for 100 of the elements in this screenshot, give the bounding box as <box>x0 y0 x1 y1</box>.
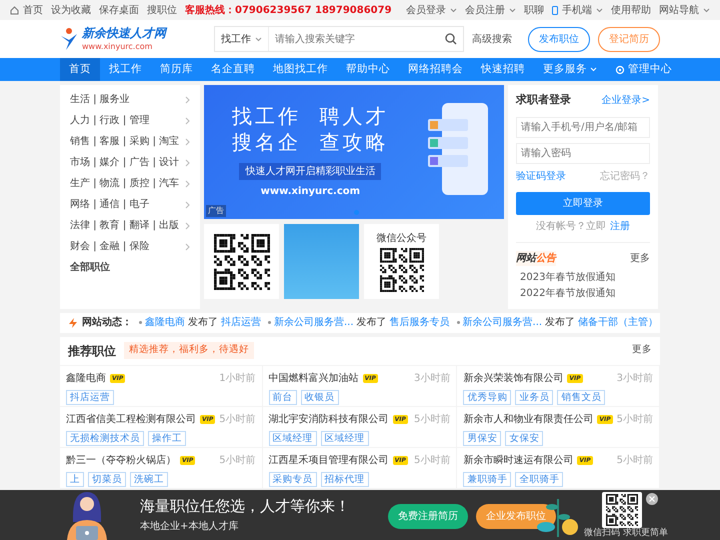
post-time: 1小时前 <box>219 372 256 386</box>
nav-tab[interactable]: 地图找工作 <box>264 58 337 81</box>
notice-link[interactable]: 2022年春节放假通知 <box>516 286 650 302</box>
more-link[interactable]: 更多 <box>630 250 650 266</box>
job-tag[interactable]: 招标代理 <box>320 472 369 486</box>
job-tag[interactable]: 操作工 <box>148 430 186 446</box>
top-link[interactable]: 首页 <box>10 2 43 18</box>
login-button[interactable]: 立即登录 <box>516 192 650 214</box>
notice-link[interactable]: 2023年春节放假通知 <box>516 270 650 286</box>
search-icon[interactable] <box>445 33 457 45</box>
job-tag[interactable]: 女保安 <box>505 430 544 446</box>
job-tag[interactable]: 兼职骑手 <box>463 472 512 486</box>
category-link[interactable]: 全部职位 <box>60 257 200 278</box>
company-link[interactable]: 新余兴荣装饰有限公司 <box>463 370 564 386</box>
ticker-text: 发布了 <box>188 316 218 330</box>
close-icon[interactable] <box>646 493 658 505</box>
advanced-search-link[interactable]: 高级搜索 <box>472 32 512 46</box>
job-tag[interactable]: 区域经理 <box>268 430 317 446</box>
nav-tab[interactable]: 更多服务 <box>534 58 606 81</box>
nav-tab[interactable]: 找工作 <box>100 58 151 81</box>
category-link[interactable]: 生活 | 服务业 <box>60 89 200 110</box>
job-tag[interactable]: 男保安 <box>463 430 502 446</box>
post-time: 5小时前 <box>219 454 256 468</box>
chevron-icon <box>185 180 190 188</box>
top-link[interactable]: 会员登录 <box>406 2 457 18</box>
chevron-icon <box>185 200 190 208</box>
category-link[interactable]: 销售 | 客服 | 采购 | 淘宝 <box>60 131 200 152</box>
job-tag[interactable]: 收银员 <box>300 390 339 404</box>
company-link[interactable]: 新余公司服务营... <box>274 315 354 330</box>
search-field[interactable]: 找工作 请输入搜索关键字 <box>214 26 464 52</box>
top-link[interactable]: 设为收藏 <box>51 2 91 18</box>
company-link[interactable]: 中国燃料富兴加油站 <box>268 370 359 386</box>
promo-button[interactable]: 免费注册简历 <box>388 504 468 529</box>
job-link[interactable]: 储备干部（主管） <box>578 315 658 330</box>
nav-tab[interactable]: 网络招聘会 <box>399 58 472 81</box>
category-link[interactable]: 网络 | 通信 | 电子 <box>60 194 200 215</box>
category-link[interactable]: 生产 | 物流 | 质控 | 汽车 <box>60 173 200 194</box>
qr-ad[interactable] <box>204 224 279 299</box>
section-title: 推荐职位 <box>68 342 116 360</box>
job-tag[interactable]: 区域经理 <box>320 430 369 446</box>
category-link[interactable]: 人力 | 行政 | 管理 <box>60 110 200 131</box>
top-link[interactable]: 搜职位 <box>147 2 177 18</box>
nav-tab[interactable]: 帮助中心 <box>337 58 399 81</box>
job-tag[interactable]: 销售文员 <box>557 390 606 404</box>
job-tag[interactable]: 业务员 <box>515 390 554 404</box>
post-time: 5小时前 <box>616 412 653 426</box>
caret-icon <box>450 8 457 12</box>
top-link[interactable]: 手机端 <box>552 2 603 18</box>
banner-ad[interactable]: 找工作 聘人才 搜名企 查攻略 快速人才网开启精彩职业生活 www.xinyurc.com 广告 <box>204 85 504 219</box>
job-tag[interactable]: 上 <box>66 472 84 486</box>
forgot-password-link[interactable]: 忘记密码？ <box>600 168 650 184</box>
qr-ad[interactable]: 微信公众号 <box>364 224 439 299</box>
nav-tab[interactable]: 名企直聘 <box>202 58 264 81</box>
job-link[interactable]: 抖店运营 <box>221 315 261 330</box>
password-field[interactable]: 请输入密码 <box>516 142 650 164</box>
home-icon <box>10 6 19 14</box>
nav-tab[interactable]: 快速招聘 <box>472 58 534 81</box>
job-tag[interactable]: 洗碗工 <box>130 472 168 486</box>
job-link[interactable]: 售后服务专员 <box>390 315 450 330</box>
job-tag[interactable]: 前台 <box>268 390 297 404</box>
company-link[interactable]: 鑫隆电商 <box>145 315 185 330</box>
job-tag[interactable]: 采购专员 <box>268 472 317 486</box>
category-link[interactable]: 财会 | 金融 | 保险 <box>60 236 200 257</box>
job-tag[interactable]: 优秀导购 <box>463 390 512 404</box>
category-link[interactable]: 法律 | 教育 | 翻译 | 出版 <box>60 215 200 236</box>
top-link[interactable]: 保存桌面 <box>99 2 139 18</box>
company-link[interactable]: 新余市人和物业有限责任公司 <box>463 412 594 426</box>
more-link[interactable]: 更多 <box>632 343 652 358</box>
company-link[interactable]: 鑫隆电商 <box>66 370 106 386</box>
username-field[interactable]: 请输入手机号/用户名/邮箱 <box>516 116 650 138</box>
settings-icon <box>615 64 625 74</box>
ticker-text: 发布了 <box>356 316 387 330</box>
top-link[interactable]: 使用帮助 <box>611 2 651 18</box>
admin-link[interactable]: 管理中心 <box>606 58 681 81</box>
nav-tab[interactable]: 首页 <box>60 58 100 81</box>
top-link[interactable]: 网站导航 <box>659 2 710 18</box>
login-title: 求职者登录 <box>516 92 571 108</box>
job-tag[interactable]: 切菜员 <box>88 472 126 486</box>
top-link[interactable]: 会员注册 <box>465 2 516 18</box>
company-link[interactable]: 江西星禾项目管理有限公司 <box>268 452 389 468</box>
header-button[interactable]: 发布职位 <box>528 26 590 52</box>
code-login-link[interactable]: 验证码登录 <box>516 168 566 184</box>
company-link[interactable]: 黔三一（夺夺粉火锅店） <box>66 452 176 468</box>
category-link[interactable]: 市场 | 媒介 | 广告 | 设计 <box>60 152 200 173</box>
post-time: 5小时前 <box>414 412 450 426</box>
company-link[interactable]: 江西省信美工程检测有限公司 <box>66 412 196 426</box>
search-type-dropdown[interactable]: 找工作 <box>221 32 251 46</box>
promo-button[interactable]: 企业发布职位 <box>476 504 556 529</box>
company-link[interactable]: 新余公司服务营... <box>462 315 542 330</box>
company-link[interactable]: 新余市瞬时速运有限公司 <box>463 452 574 468</box>
company-link[interactable]: 湖北宇安消防科技有限公司 <box>268 412 389 426</box>
job-tag[interactable]: 无损检测技术员 <box>66 430 144 446</box>
job-tag[interactable]: 抖店运营 <box>66 390 114 404</box>
nav-tab[interactable]: 简历库 <box>151 58 202 81</box>
top-link[interactable]: 职聊 <box>524 2 544 18</box>
header-button[interactable]: 登记简历 <box>598 26 660 52</box>
company-login-link[interactable]: 企业登录> <box>602 92 650 108</box>
register-link[interactable]: 注册 <box>610 218 630 234</box>
job-tag[interactable]: 全职骑手 <box>515 472 564 486</box>
slider-dot[interactable] <box>354 210 359 215</box>
